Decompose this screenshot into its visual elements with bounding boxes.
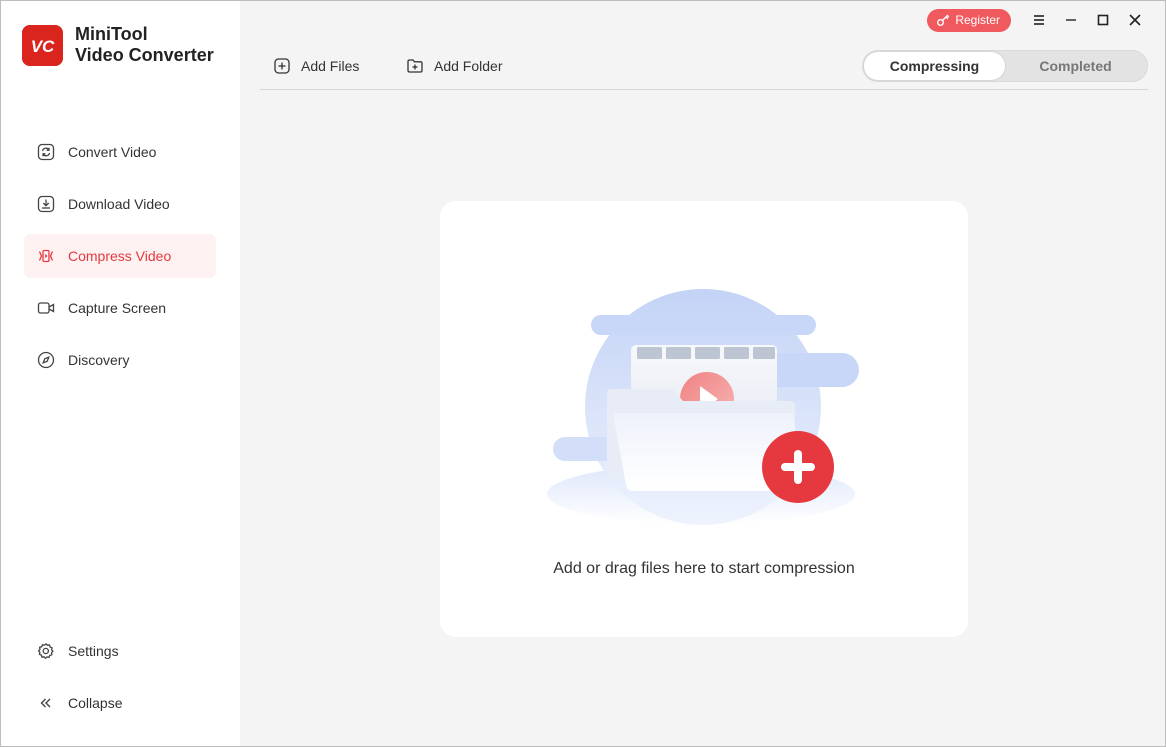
add-files-button[interactable]: Add Files: [273, 57, 359, 75]
menu-button[interactable]: [1023, 8, 1055, 32]
sidebar-nav: Convert Video Download Video Compress Vi…: [24, 130, 216, 390]
add-folder-icon: [406, 57, 424, 75]
compress-icon: [37, 247, 55, 265]
sidebar-item-collapse[interactable]: Collapse: [24, 681, 216, 725]
sidebar-item-label: Collapse: [68, 695, 123, 711]
sidebar-item-label: Download Video: [68, 196, 170, 212]
sidebar-item-download-video[interactable]: Download Video: [24, 182, 216, 226]
sidebar-item-label: Compress Video: [68, 248, 172, 264]
sidebar-item-settings[interactable]: Settings: [24, 629, 216, 673]
logo-text: VC: [31, 37, 55, 56]
sidebar-item-convert-video[interactable]: Convert Video: [24, 130, 216, 174]
compass-icon: [37, 351, 55, 369]
drop-zone-hint: Add or drag files here to start compress…: [553, 560, 855, 577]
gear-icon: [37, 642, 55, 660]
app-name-line2: Video Converter: [75, 45, 214, 65]
app-window: VC MiniTool Video Converter Convert Vide…: [0, 0, 1166, 747]
menu-icon: [1032, 14, 1046, 26]
maximize-button[interactable]: [1087, 8, 1119, 32]
minimize-icon: [1064, 14, 1078, 26]
add-file-icon: [273, 57, 291, 75]
sidebar-bottom: Settings Collapse: [24, 629, 216, 733]
sidebar-item-compress-video[interactable]: Compress Video: [24, 234, 216, 278]
add-folder-button[interactable]: Add Folder: [406, 57, 502, 75]
tab-compressing[interactable]: Compressing: [864, 52, 1005, 80]
camera-icon: [37, 299, 55, 317]
sidebar-item-label: Convert Video: [68, 144, 157, 160]
sidebar-item-capture-screen[interactable]: Capture Screen: [24, 286, 216, 330]
toolbar: Add Files Add Folder Compressing Complet…: [260, 47, 1148, 90]
add-files-label: Add Files: [301, 58, 360, 74]
app-name: MiniTool Video Converter: [75, 24, 214, 66]
brand: VC MiniTool Video Converter: [22, 24, 214, 66]
sidebar-item-label: Discovery: [68, 352, 130, 368]
sidebar-item-label: Settings: [68, 643, 119, 659]
sidebar-item-label: Capture Screen: [68, 300, 167, 316]
close-icon: [1128, 13, 1142, 27]
download-icon: [37, 195, 55, 213]
folder-video-illustration: [545, 289, 865, 544]
register-label: Register: [955, 13, 1000, 27]
app-name-line1: MiniTool: [75, 24, 148, 44]
add-folder-label: Add Folder: [434, 58, 503, 74]
sidebar: VC MiniTool Video Converter Convert Vide…: [1, 1, 240, 746]
tab-completed[interactable]: Completed: [1005, 52, 1146, 80]
sidebar-item-discovery[interactable]: Discovery: [24, 338, 216, 382]
double-chevron-left-icon: [37, 694, 55, 712]
minimize-button[interactable]: [1055, 8, 1087, 32]
maximize-icon: [1096, 13, 1110, 27]
file-drop-zone[interactable]: Add or drag files here to start compress…: [440, 201, 968, 637]
app-logo: VC: [22, 24, 63, 66]
register-button[interactable]: Register: [927, 8, 1011, 32]
status-tabs: Compressing Completed: [862, 50, 1148, 82]
convert-icon: [37, 143, 55, 161]
key-icon: [936, 13, 950, 27]
close-button[interactable]: [1119, 8, 1151, 32]
title-bar-controls: Register: [927, 8, 1151, 32]
